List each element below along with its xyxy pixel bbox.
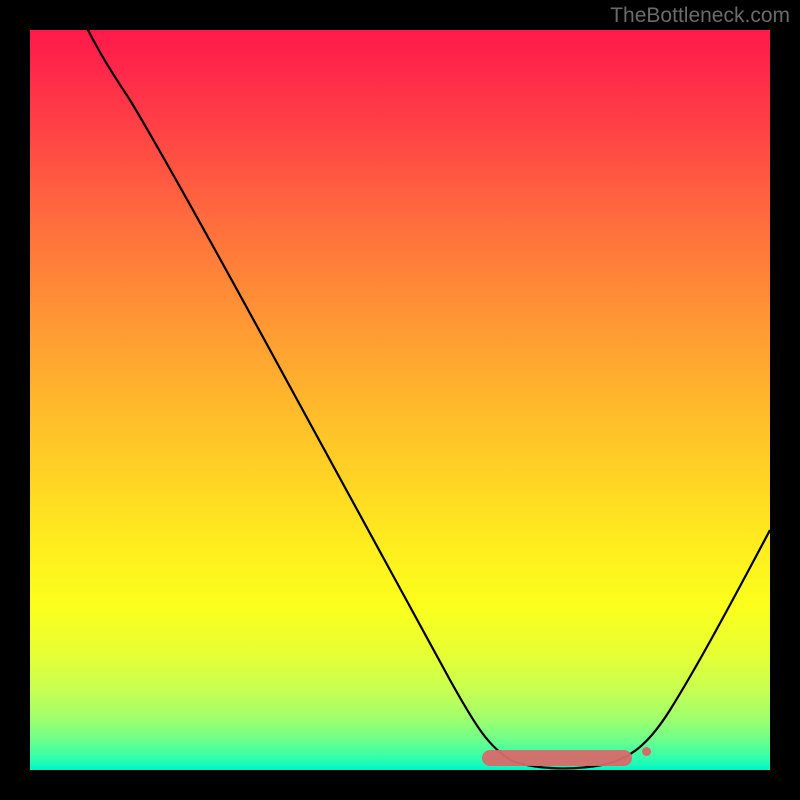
- bottleneck-curve: [30, 30, 770, 770]
- watermark-text: TheBottleneck.com: [610, 4, 790, 28]
- minimum-point-marker: [642, 747, 651, 756]
- plot-area: [30, 30, 770, 770]
- minimum-region-marker: [482, 750, 632, 766]
- curve-path: [60, 30, 770, 768]
